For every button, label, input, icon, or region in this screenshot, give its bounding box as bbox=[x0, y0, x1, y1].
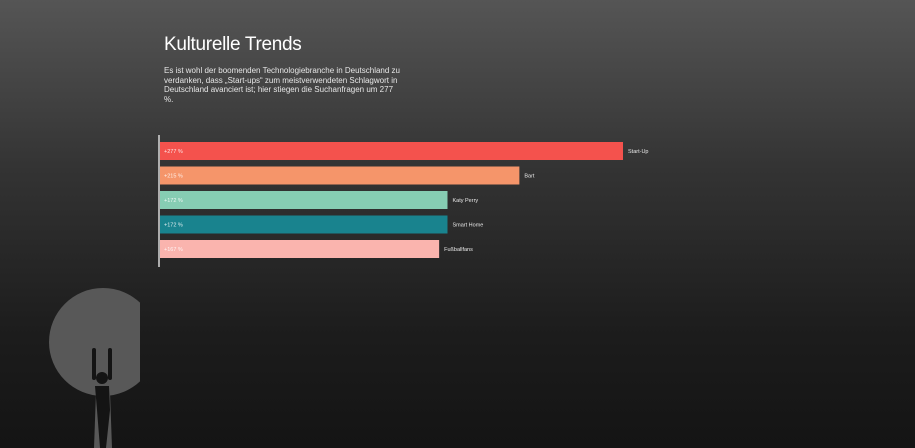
bar-2 bbox=[160, 191, 448, 209]
bar-0 bbox=[160, 142, 623, 160]
bar-3 bbox=[160, 215, 448, 234]
bar-4 bbox=[160, 240, 440, 258]
bar-category-label: Start-Up bbox=[628, 149, 648, 155]
bar-category-label: Bart bbox=[524, 174, 535, 180]
bar-value-label: +167 % bbox=[164, 247, 183, 253]
bar-category-label: Smart Home bbox=[452, 223, 483, 229]
bar-value-label: +172 % bbox=[164, 198, 183, 204]
bar-value-label: +172 % bbox=[164, 223, 183, 229]
person-holding-circle-icon bbox=[49, 288, 140, 448]
bar-value-label: +277 % bbox=[164, 149, 183, 155]
bar-value-label: +215 % bbox=[164, 174, 183, 180]
bar-1 bbox=[160, 166, 520, 185]
bar-category-label: Fußballfans bbox=[444, 247, 473, 253]
bar-category-label: Katy Perry bbox=[452, 198, 478, 204]
